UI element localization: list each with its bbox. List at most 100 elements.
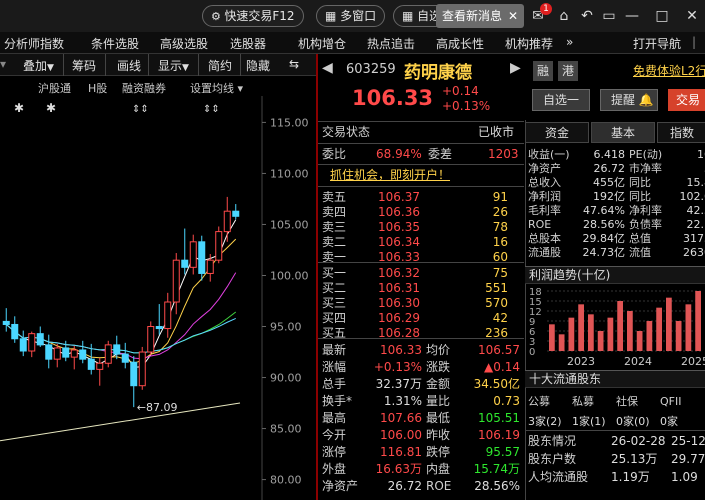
candle-body[interactable] xyxy=(87,358,95,370)
remind-button[interactable]: 提醒 🔔 xyxy=(600,89,658,111)
quote-value: 95.57 xyxy=(485,445,520,459)
simple-button[interactable]: 简约 xyxy=(208,57,232,74)
chips-button[interactable]: 筹码 xyxy=(72,57,96,74)
quote-label: 净资产 xyxy=(322,479,359,493)
menu-high-growth[interactable]: 高成长性 xyxy=(436,35,484,52)
profit-bar[interactable] xyxy=(578,304,584,351)
profit-bar[interactable] xyxy=(666,297,672,351)
kline-chart[interactable]: 沪股通 H股 融资融券 设置均线 ▾ 115.00 110.00 105.00 100… xyxy=(0,76,316,500)
order-volume: 78 xyxy=(492,220,508,234)
profit-bar[interactable] xyxy=(627,311,633,351)
candle-body[interactable] xyxy=(181,259,189,268)
y-tick-label: 100.00 xyxy=(270,269,309,282)
holder-row-value: 25-12 xyxy=(671,434,705,448)
hk-tag[interactable]: 港 xyxy=(558,61,578,81)
menu-open-nav[interactable]: 打开导航 xyxy=(633,35,681,52)
maximize-icon[interactable]: □ xyxy=(653,7,671,25)
profit-bar[interactable] xyxy=(588,314,594,351)
candle-body[interactable] xyxy=(19,338,27,352)
menu-hot-spot[interactable]: 热点追击 xyxy=(367,35,415,52)
tab-fund[interactable]: 资金 xyxy=(525,122,589,143)
candle-body[interactable] xyxy=(104,344,112,364)
draw-line-button[interactable]: 画线 xyxy=(117,57,141,74)
new-message-notice[interactable]: 查看新消息 ✕ xyxy=(436,4,524,28)
profit-bar[interactable] xyxy=(636,331,643,351)
top-bar: ⚙ 快速交易F12 ▦ 多窗口 ▦ 自选 查看新消息 ✕ ✉ 1 ⌂ ↶ ▭ — … xyxy=(0,0,705,32)
fund-value: 3173 xyxy=(683,232,705,245)
trade-button[interactable]: 交易 xyxy=(668,89,705,111)
candle-body[interactable] xyxy=(164,301,172,330)
candle-body[interactable] xyxy=(147,326,155,353)
candle-body[interactable] xyxy=(155,326,163,330)
candle-body[interactable] xyxy=(2,320,10,325)
candle-body[interactable] xyxy=(121,353,129,363)
message-badge: 1 xyxy=(540,3,552,15)
menu-condition-select[interactable]: 条件选股 xyxy=(91,35,139,52)
chevron-down-icon[interactable]: ▾ xyxy=(0,57,6,71)
weicha-label: 委差 xyxy=(428,147,453,161)
candle-body[interactable] xyxy=(189,241,197,268)
candle-body[interactable] xyxy=(11,323,19,340)
candle-body[interactable] xyxy=(62,347,70,358)
home-icon[interactable]: ⌂ xyxy=(555,7,573,25)
more-icon[interactable]: » xyxy=(566,35,573,49)
candle-body[interactable] xyxy=(45,344,53,360)
expand-icon[interactable]: ⇆ xyxy=(289,57,299,71)
profit-bar[interactable] xyxy=(685,304,692,351)
margin-tag[interactable]: 融 xyxy=(533,61,553,81)
profit-bar[interactable] xyxy=(597,331,604,351)
back-icon[interactable]: ↶ xyxy=(578,7,596,25)
window-icon[interactable]: ▭ xyxy=(600,7,618,25)
tab-index[interactable]: 指数 xyxy=(657,122,705,143)
close-window-icon[interactable]: ✕ xyxy=(683,7,701,25)
quote-label: 今开 xyxy=(322,428,347,442)
menu-advanced-select[interactable]: 高级选股 xyxy=(160,35,208,52)
candle-body[interactable] xyxy=(138,351,146,387)
profit-bar[interactable] xyxy=(558,334,565,351)
prev-stock-icon[interactable]: ◀ xyxy=(322,60,333,76)
profit-bar[interactable] xyxy=(617,301,623,351)
profit-bar[interactable] xyxy=(549,324,555,351)
candle-body[interactable] xyxy=(70,349,78,358)
candle-body[interactable] xyxy=(96,362,104,370)
candle-body[interactable] xyxy=(53,347,61,360)
holders-table: 公募 3家(2) 私募 1家(1) 社保 0家(0) QFII 0家 股东情况 26-02-28 2… xyxy=(525,390,705,500)
candle-body[interactable] xyxy=(232,210,240,217)
candle-body[interactable] xyxy=(172,259,180,303)
profit-bar[interactable] xyxy=(646,321,653,351)
menu-stock-picker[interactable]: 选股器 xyxy=(230,35,266,52)
profit-bar[interactable] xyxy=(568,317,575,351)
candle-body[interactable] xyxy=(223,210,231,233)
next-stock-icon[interactable]: ▶ xyxy=(510,60,521,76)
l2-promo-link[interactable]: 免费体验L2行 xyxy=(633,62,705,79)
candle-body[interactable] xyxy=(206,259,214,274)
candle-body[interactable] xyxy=(36,333,44,346)
profit-bar[interactable] xyxy=(607,317,614,351)
star-icon: ✱ xyxy=(14,101,24,115)
profit-bar[interactable] xyxy=(695,291,701,351)
open-account-banner[interactable]: 抓住机会，即刻开户！ xyxy=(330,168,450,183)
menu-analyst-index[interactable]: 分析师指数 xyxy=(4,35,64,52)
profit-bar[interactable] xyxy=(656,307,662,351)
quick-trade-button[interactable]: ⚙ 快速交易F12 xyxy=(202,5,304,27)
hide-button[interactable]: 隐藏 xyxy=(246,57,270,74)
menu-inst-recommend[interactable]: 机构推荐 xyxy=(505,35,553,52)
tab-basic[interactable]: 基本 xyxy=(591,122,655,143)
candle-body[interactable] xyxy=(198,241,206,274)
multi-window-button[interactable]: ▦ 多窗口 xyxy=(316,5,386,27)
candle-body[interactable] xyxy=(215,231,223,261)
menu-overflow-icon[interactable]: | xyxy=(692,35,696,49)
order-volume: 551 xyxy=(485,281,508,295)
minimize-icon[interactable]: — xyxy=(623,7,641,25)
close-icon[interactable]: ✕ xyxy=(508,9,518,23)
overlay-button[interactable]: 叠加▼ xyxy=(23,57,54,74)
candle-body[interactable] xyxy=(28,333,36,352)
display-button[interactable]: 显示▼ xyxy=(158,57,189,74)
self-select-add-button[interactable]: 自选一 xyxy=(532,89,590,111)
candle-body[interactable] xyxy=(79,349,87,360)
profit-bar[interactable] xyxy=(675,321,682,351)
candle-body[interactable] xyxy=(130,361,138,387)
candle-body[interactable] xyxy=(113,344,121,355)
profit-year-label: 2025 xyxy=(681,355,705,368)
menu-inst-increase[interactable]: 机构增仓 xyxy=(298,35,346,52)
